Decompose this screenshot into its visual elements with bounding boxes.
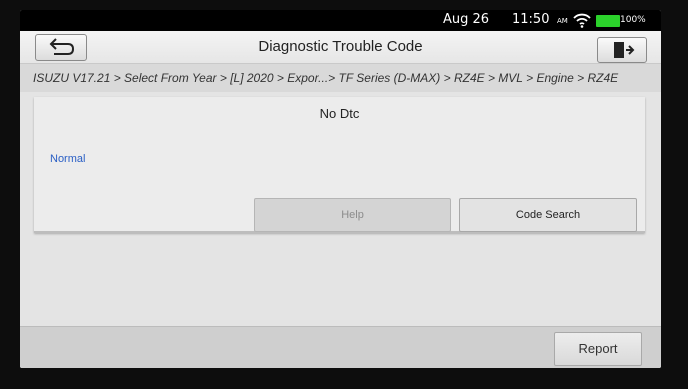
- back-arrow-icon: [49, 38, 75, 55]
- exit-door-icon: [614, 42, 635, 58]
- back-button[interactable]: [35, 34, 87, 61]
- dtc-message: No Dtc: [319, 106, 360, 121]
- dtc-result-card: No Dtc Normal Help Code Search: [34, 97, 645, 233]
- report-button[interactable]: Report: [554, 332, 642, 366]
- status-time: 11:50: [512, 12, 550, 27]
- screen: Aug 26 11:50 AM 100% Diagnostic Trouble …: [20, 10, 661, 368]
- code-search-button[interactable]: Code Search: [459, 198, 637, 232]
- status-date: Aug 26: [443, 12, 490, 27]
- page-title: Diagnostic Trouble Code: [258, 38, 423, 55]
- device-frame: Aug 26 11:50 AM 100% Diagnostic Trouble …: [0, 0, 688, 389]
- status-bar: Aug 26 11:50 AM 100%: [20, 10, 661, 31]
- title-bar: Diagnostic Trouble Code: [20, 31, 661, 64]
- bottom-toolbar: Report: [20, 326, 661, 368]
- status-ampm: AM: [557, 17, 568, 25]
- exit-button[interactable]: [597, 37, 647, 63]
- battery-icon: [596, 15, 620, 27]
- wifi-icon: [573, 13, 591, 28]
- system-status: Normal: [50, 153, 86, 165]
- battery-percent: 100%: [620, 15, 646, 25]
- breadcrumb: ISUZU V17.21 > Select From Year > [L] 20…: [20, 64, 661, 92]
- help-button[interactable]: Help: [254, 198, 451, 232]
